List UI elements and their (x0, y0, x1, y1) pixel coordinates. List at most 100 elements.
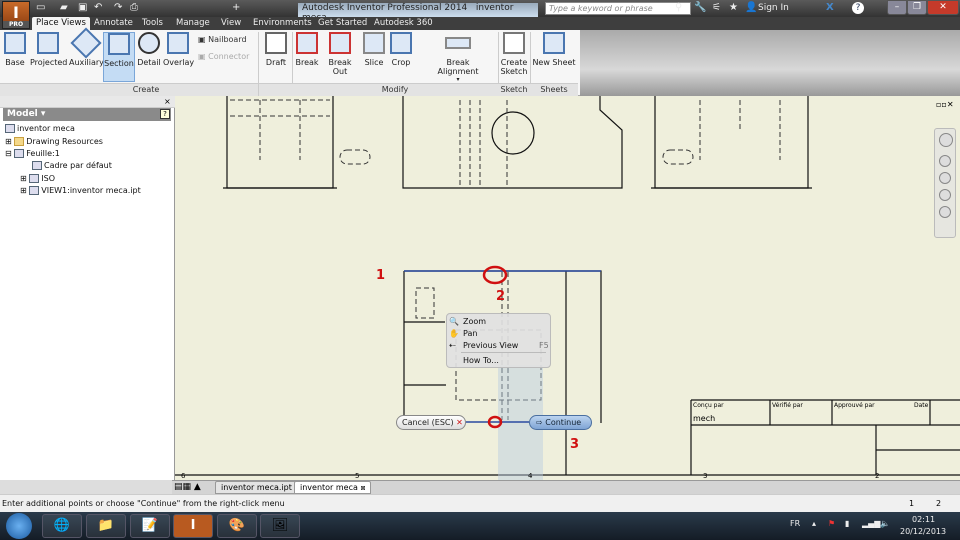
browser-toolbar (0, 96, 175, 108)
pan-icon[interactable] (939, 155, 951, 167)
new-sheet-icon (543, 32, 565, 54)
user-icon[interactable]: 👤 (745, 2, 757, 13)
menu-item-zoom[interactable]: Zoom (463, 317, 486, 326)
tab-place-views[interactable]: Place Views (32, 17, 90, 30)
volume-icon[interactable]: 🔈 (880, 519, 890, 528)
help-icon[interactable]: ? (852, 2, 864, 14)
restore-button[interactable]: ❐ (907, 0, 927, 15)
break-alignment-button[interactable]: Break Alignment ▾ (425, 32, 491, 83)
sketch-icon (503, 32, 525, 54)
explorer-taskbar-icon[interactable]: 📁 (86, 514, 126, 538)
detail-icon (138, 32, 160, 54)
tree-item-border[interactable]: Cadre par défaut (32, 160, 112, 173)
photo-viewer-taskbar-icon[interactable]: 🖼 (260, 514, 300, 538)
start-button[interactable] (6, 513, 32, 539)
sketch-panel-label: Sketch (498, 83, 530, 96)
notepad-taskbar-icon[interactable]: 📝 (130, 514, 170, 538)
checked-by-label: Vérifié par (772, 402, 803, 409)
view-icon (29, 186, 40, 195)
exchange-icon[interactable]: X (826, 2, 834, 13)
tab-tools[interactable]: Tools (138, 17, 167, 30)
cancel-button[interactable]: Cancel (ESC) ✕ (396, 415, 466, 430)
base-view-button[interactable]: Base (3, 32, 27, 67)
tab-environments[interactable]: Environments (249, 17, 316, 30)
power-icon[interactable]: ▮ (845, 519, 849, 528)
connector-button[interactable]: ▣ Connector (198, 52, 249, 61)
doc-tab-drawing[interactable]: inventor meca ⊠ (294, 481, 372, 494)
zoom-icon[interactable] (939, 172, 951, 184)
clock-time[interactable]: 02:11 (912, 515, 935, 524)
application-menu-button[interactable]: I PRO (2, 1, 30, 29)
section-view-button[interactable]: Section (103, 32, 135, 82)
section-start-marker (482, 265, 508, 285)
zone-label: 2 (875, 472, 880, 480)
inventor-taskbar-icon[interactable]: I (173, 514, 213, 538)
tab-view[interactable]: View (217, 17, 245, 30)
nailboard-button[interactable]: ▣ Nailboard (198, 35, 247, 44)
close-button[interactable]: ✕ (927, 0, 959, 15)
print-icon[interactable]: ⎙ (130, 2, 138, 13)
menu-item-pan[interactable]: Pan (463, 329, 477, 338)
zoom-all-icon[interactable] (939, 206, 951, 218)
tab-manage[interactable]: Manage (172, 17, 214, 30)
slice-button[interactable]: Slice (363, 32, 385, 67)
break-icon (296, 32, 318, 54)
add-icon[interactable]: + (232, 2, 240, 13)
minimize-button[interactable]: – (887, 0, 907, 15)
undo-icon[interactable]: ↶ (94, 2, 102, 13)
tree-item-root[interactable]: inventor meca (5, 123, 75, 136)
projected-view-button[interactable]: Projected (30, 32, 67, 67)
star-icon[interactable]: ★ (729, 2, 738, 13)
show-hidden-icons[interactable]: ▴ (812, 519, 816, 528)
sign-in-button[interactable]: Sign In (758, 3, 789, 13)
page-2[interactable]: 2 (936, 499, 941, 508)
wrench-icon[interactable]: 🔧 (694, 2, 706, 13)
tab-autodesk-360[interactable]: Autodesk 360 (370, 17, 437, 30)
action-center-icon[interactable]: ⚑ (828, 519, 835, 528)
doc-tab-ipt[interactable]: inventor meca.ipt (215, 481, 298, 494)
chrome-taskbar-icon[interactable]: 🌐 (42, 514, 82, 538)
border-icon (32, 161, 42, 170)
close-tab-icon[interactable]: ⊠ (360, 485, 365, 492)
page-1[interactable]: 1 (909, 499, 914, 508)
detail-view-button[interactable]: Detail (137, 32, 161, 67)
draft-view-button[interactable]: Draft (264, 32, 288, 67)
menu-item-previous-view[interactable]: Previous View (463, 341, 518, 350)
continue-button[interactable]: ⇨ Continue (529, 415, 592, 430)
canvas-window-controls[interactable]: ▫▫✕ (936, 100, 956, 109)
redo-icon[interactable]: ↷ (114, 2, 122, 13)
close-panel-icon[interactable]: × (164, 97, 171, 106)
help-icon[interactable]: ? (160, 109, 170, 119)
save-icon[interactable]: ▣ (78, 2, 87, 13)
tab-annotate[interactable]: Annotate (90, 17, 137, 30)
context-menu: 🔍 Zoom ✋ Pan ⇠ Previous View F5 How To..… (446, 313, 551, 368)
create-sketch-button[interactable]: Create Sketch (500, 32, 528, 76)
zoom-window-icon[interactable] (939, 189, 951, 201)
zone-label: 5 (355, 472, 360, 480)
steering-wheel-icon[interactable] (939, 133, 953, 147)
binoculars-icon[interactable]: ⚲ (675, 2, 682, 13)
new-icon[interactable]: ▭ (36, 2, 45, 13)
open-icon[interactable]: ▰ (60, 2, 68, 13)
tile-windows-icon[interactable]: ▤▦ ▲ (174, 482, 201, 492)
break-out-button[interactable]: Break Out (320, 32, 360, 76)
view-front-outline (402, 96, 623, 189)
paint-taskbar-icon[interactable]: 🎨 (217, 514, 257, 538)
status-message: Enter additional points or choose "Conti… (2, 499, 285, 508)
tree-item-view1[interactable]: ⊞ VIEW1:inventor meca.ipt (20, 185, 141, 198)
shortcut-f5: F5 (539, 341, 549, 350)
crop-button[interactable]: Crop (389, 32, 413, 67)
language-indicator[interactable]: FR (790, 519, 800, 528)
network-icon[interactable]: ▂▄▆ (862, 519, 880, 528)
overlay-view-button[interactable]: Overlay (163, 32, 194, 67)
browser-header[interactable]: Model ▾ (3, 108, 171, 121)
auxiliary-view-button[interactable]: Auxiliary (69, 27, 104, 67)
search-input[interactable]: Type a keyword or phrase (545, 2, 691, 15)
new-sheet-button[interactable]: New Sheet (532, 32, 576, 67)
break-button[interactable]: Break (295, 32, 319, 67)
satellite-icon[interactable]: ⚟ (712, 2, 721, 13)
tab-get-started[interactable]: Get Started (314, 17, 371, 30)
clock-date[interactable]: 20/12/2013 (900, 527, 946, 536)
menu-item-how-to[interactable]: How To... (463, 356, 499, 365)
app-logo: I (13, 3, 19, 22)
